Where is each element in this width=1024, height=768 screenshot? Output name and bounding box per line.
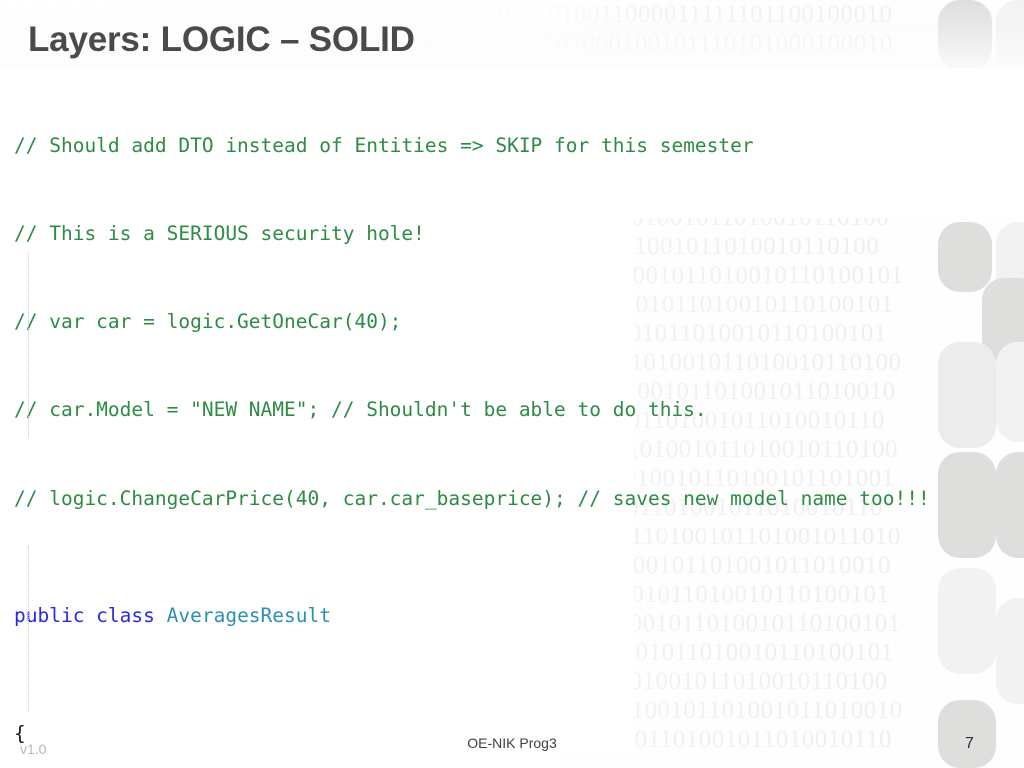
- code-token-comment: // Should add DTO instead of Entities =>…: [14, 133, 754, 157]
- code-token-comment: // This is a SERIOUS security hole!: [14, 222, 425, 246]
- footer-course-label: OE-NIK Prog3: [467, 735, 557, 751]
- code-token-comment: // logic.ChangeCarPrice(40, car.car_base…: [14, 486, 930, 510]
- slide-root: 1010111101001101010100110110110011100110…: [0, 0, 1024, 768]
- code-token-comment: // var car = logic.GetOneCar(40);: [14, 310, 402, 334]
- code-token-comment: // car.Model = "NEW NAME"; // Shouldn't …: [14, 398, 707, 422]
- code-line: // Should add DTO instead of Entities =>…: [14, 131, 930, 160]
- code-line: public class AveragesResult: [14, 601, 930, 630]
- code-line: // car.Model = "NEW NAME"; // Shouldn't …: [14, 395, 930, 424]
- code-token-type: AveragesResult: [166, 604, 331, 628]
- code-block: // Should add DTO instead of Entities =>…: [14, 72, 930, 768]
- code-line: // logic.ChangeCarPrice(40, car.car_base…: [14, 484, 930, 513]
- slide-title: Layers: LOGIC – SOLID: [28, 20, 415, 59]
- indent-guide: [28, 252, 29, 437]
- code-line: // var car = logic.GetOneCar(40);: [14, 307, 930, 336]
- code-line: // This is a SERIOUS security hole!: [14, 219, 930, 248]
- page-number: 7: [965, 735, 974, 752]
- code-token-keyword: public class: [14, 604, 167, 628]
- indent-guide: [28, 546, 29, 712]
